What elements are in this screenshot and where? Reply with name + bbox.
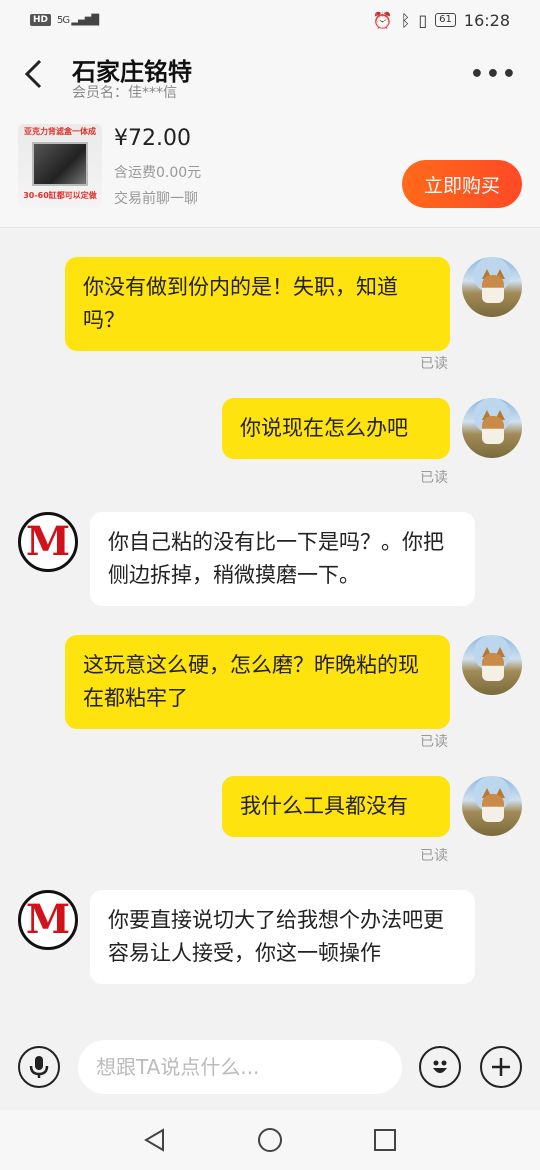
seller-avatar[interactable]: M: [18, 512, 78, 572]
member-name: 会员名：佳***信: [72, 85, 177, 101]
my-avatar[interactable]: [462, 776, 522, 836]
input-bar: [0, 1028, 540, 1110]
signal-icon: 5G ▂▄▆█: [57, 14, 99, 26]
emoji-button[interactable]: [419, 1046, 461, 1088]
hd-badge: HD: [30, 14, 52, 26]
product-image-caption-top: 亚克力背滤盒一体成: [24, 127, 96, 136]
message-bubble-sent[interactable]: 你说现在怎么办吧: [222, 398, 450, 459]
alarm-icon: ⏰: [372, 10, 393, 30]
vibrate-icon: ▯: [418, 10, 428, 30]
message-bubble-received[interactable]: 你要直接说切大了给我想个办法吧更容易让人接受，你这一顿操作: [90, 890, 475, 984]
product-price: ¥72.00: [114, 126, 191, 151]
status-time: 16:28: [463, 10, 510, 30]
nav-home-icon[interactable]: [257, 1127, 283, 1153]
product-image[interactable]: 亚克力背滤盒一体成 30-60缸都可以定做: [18, 124, 102, 208]
nav-recents-icon[interactable]: [372, 1127, 398, 1153]
read-status: 已读: [420, 356, 448, 372]
message-bubble-sent[interactable]: 我什么工具都没有: [222, 776, 450, 837]
system-nav-bar: [0, 1110, 540, 1170]
chat-header: 石家庄铭特 会员名：佳***信 •••: [0, 40, 540, 110]
my-avatar[interactable]: [462, 398, 522, 458]
plus-icon: [492, 1058, 510, 1076]
buy-now-button[interactable]: 立即购买: [402, 160, 522, 208]
product-image-caption-bottom: 30-60缸都可以定做: [23, 191, 97, 200]
bluetooth-icon: ᛒ: [400, 10, 411, 30]
add-button[interactable]: [480, 1046, 522, 1088]
message-bubble-sent[interactable]: 这玩意这么硬，怎么磨？昨晚粘的现在都粘牢了: [65, 635, 450, 729]
back-button[interactable]: [18, 56, 48, 92]
message-bubble-received[interactable]: 你自己粘的没有比一下是吗？。你把侧边拆掉，稍微摸磨一下。: [90, 512, 475, 606]
my-avatar[interactable]: [462, 635, 522, 695]
seller-avatar[interactable]: M: [18, 890, 78, 950]
chevron-left-icon: [24, 59, 42, 89]
nav-back-icon[interactable]: [142, 1127, 168, 1153]
read-status: 已读: [420, 734, 448, 750]
my-avatar[interactable]: [462, 257, 522, 317]
read-status: 已读: [420, 848, 448, 864]
status-bar: HD 5G ▂▄▆█ ⏰ ᛒ ▯ 61 16:28: [0, 0, 540, 40]
voice-button[interactable]: [18, 1046, 60, 1088]
microphone-icon: [29, 1056, 49, 1078]
product-card[interactable]: 亚克力背滤盒一体成 30-60缸都可以定做 ¥72.00 含运费0.00元 交易…: [0, 110, 540, 228]
message-bubble-sent[interactable]: 你没有做到份内的是！失职，知道吗？: [65, 257, 450, 351]
chat-hint: 交易前聊一聊: [114, 191, 198, 207]
more-options-icon[interactable]: •••: [470, 62, 518, 87]
battery-icon: 61: [435, 13, 456, 27]
smiley-icon: [433, 1060, 447, 1073]
message-input[interactable]: [78, 1040, 402, 1094]
shipping-fee: 含运费0.00元: [114, 165, 202, 181]
read-status: 已读: [420, 470, 448, 486]
